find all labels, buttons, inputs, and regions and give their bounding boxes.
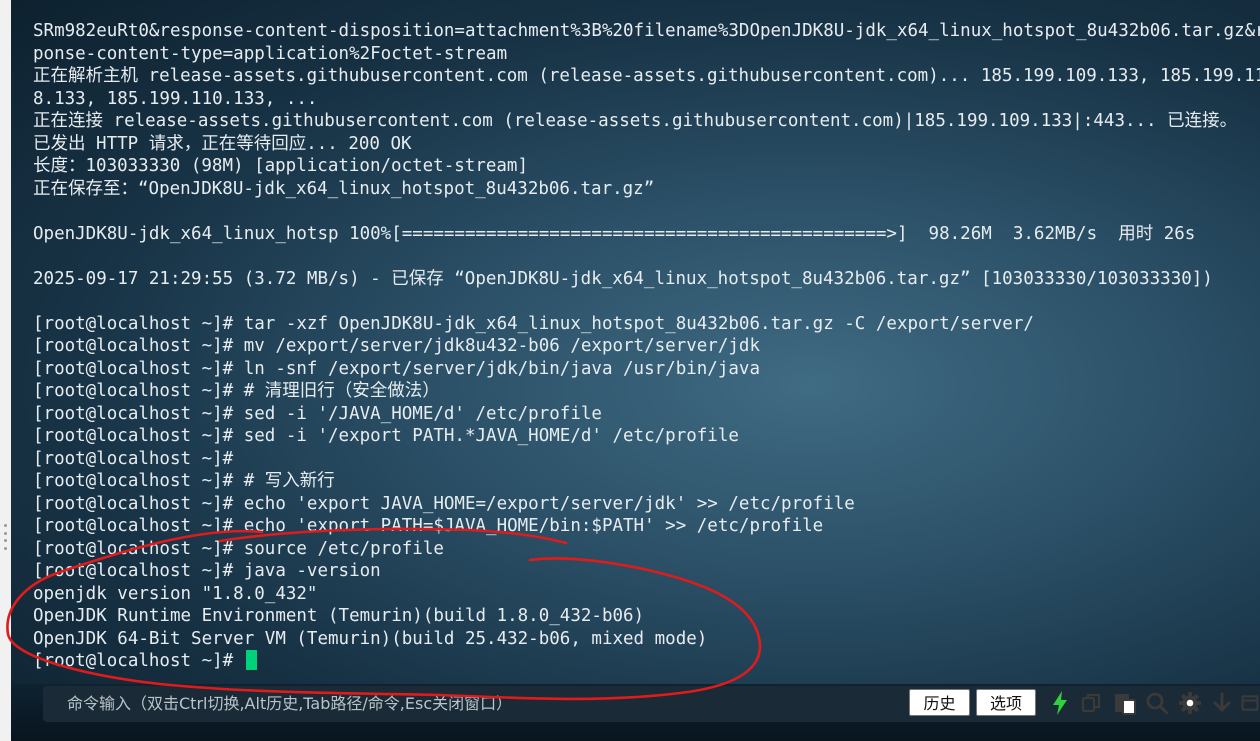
terminal-line: [root@localhost ~]# mv /export/server/jd… xyxy=(33,336,760,356)
window-icon[interactable] xyxy=(1240,690,1260,716)
terminal-line: [root@localhost ~]# # 清理旧行（安全做法） xyxy=(33,381,440,401)
command-input[interactable] xyxy=(55,686,907,722)
lightning-icon[interactable] xyxy=(1047,690,1073,716)
terminal-line: [root@localhost ~]# sed -i '/JAVA_HOME/d… xyxy=(33,403,602,424)
terminal-line: 8.133, 185.199.110.133, ... xyxy=(33,88,318,109)
terminal-line: ponse-content-type=application%2Foctet-s… xyxy=(33,43,508,64)
history-button[interactable]: 历史 xyxy=(909,689,970,716)
terminal-line: [root@localhost ~]# tar -xzf OpenJDK8U-j… xyxy=(33,313,1034,334)
terminal-line: [root@localhost ~]# # 写入新行 xyxy=(33,471,335,491)
copy-icon[interactable] xyxy=(1079,690,1105,716)
terminal-line: OpenJDK8U-jdk_x64_linux_hotsp 100%[=====… xyxy=(33,223,1196,244)
terminal-line: OpenJDK 64-Bit Server VM (Temurin)(build… xyxy=(33,628,708,649)
paste-icon[interactable] xyxy=(1112,690,1138,716)
terminal-line: [root@localhost ~]# echo 'export PATH=$J… xyxy=(33,516,824,536)
current-prompt: [root@localhost ~]# xyxy=(33,651,244,671)
options-button[interactable]: 选项 xyxy=(976,689,1036,716)
terminal-line: [root@localhost ~]# sed -i '/export PATH… xyxy=(33,426,739,446)
terminal-line: 已发出 HTTP 请求，正在等待回应... 200 OK xyxy=(33,133,412,154)
terminal-line: [root@localhost ~]# echo 'export JAVA_HO… xyxy=(33,493,855,514)
download-icon[interactable] xyxy=(1209,690,1235,716)
terminal-line: SRm982euRt0&response-content-disposition… xyxy=(33,21,1260,41)
search-icon[interactable] xyxy=(1144,690,1170,716)
terminal-line: OpenJDK Runtime Environment (Temurin)(bu… xyxy=(33,606,645,626)
command-bar xyxy=(43,686,1260,722)
terminal-line: [root@localhost ~]# xyxy=(33,448,234,469)
terminal-line: 正在连接 release-assets.githubusercontent.co… xyxy=(33,111,1238,131)
terminal-line: 2025-09-17 21:29:55 (3.72 MB/s) - 已保存 “O… xyxy=(33,268,1213,289)
gear-icon[interactable] xyxy=(1177,690,1203,716)
terminal-prompt-line: [root@localhost ~]# xyxy=(33,650,1260,673)
terminal-line: openjdk version "1.8.0_432" xyxy=(33,583,318,604)
terminal-line: [root@localhost ~]# ln -snf /export/serv… xyxy=(33,358,760,379)
terminal-line: 正在保存至：“OpenJDK8U-jdk_x64_linux_hotspot_8… xyxy=(33,178,655,199)
terminal-cursor xyxy=(245,650,257,670)
terminal-output[interactable]: SRm982euRt0&response-content-disposition… xyxy=(11,0,1260,741)
terminal-line: [root@localhost ~]# source /etc/profile xyxy=(33,538,444,559)
terminal-lines: SRm982euRt0&response-content-disposition… xyxy=(33,20,1260,673)
terminal-line: 长度：103033330 (98M) [application/octet-st… xyxy=(33,156,529,176)
resize-grip-icon[interactable] xyxy=(2,524,8,550)
terminal-line: [root@localhost ~]# java -version xyxy=(33,561,381,581)
terminal-line: 正在解析主机 release-assets.githubusercontent.… xyxy=(33,66,1260,86)
